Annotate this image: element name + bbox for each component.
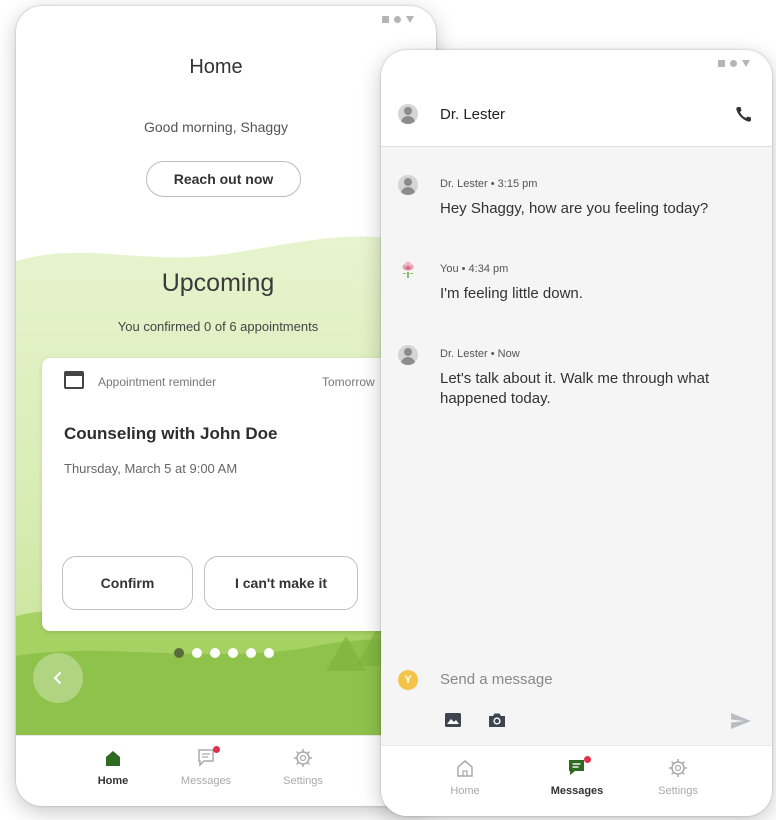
appointment-date: Thursday, March 5 at 9:00 AM [64, 461, 238, 476]
card-when: Tomorrow [322, 375, 375, 389]
contact-name: Dr. Lester [440, 106, 506, 123]
phone-call-icon[interactable] [734, 104, 754, 124]
pagination-dot[interactable] [174, 648, 184, 658]
doctor-avatar [398, 104, 418, 124]
unread-badge [213, 746, 220, 753]
message-meta: Dr. Lester • Now [440, 348, 520, 360]
user-avatar: Y [398, 670, 418, 690]
carousel-pagination [174, 648, 274, 658]
nav-item-settings[interactable]: Settings [633, 756, 723, 797]
messages-screen-phone: Dr. Lester Dr. Lester • 3:15 pm Hey Shag… [381, 50, 772, 816]
message-text: Hey Shaggy, how are you feeling today? [440, 200, 709, 217]
pagination-dot[interactable] [210, 648, 220, 658]
appointment-card: Appointment reminder Tomorrow Counseling… [42, 358, 436, 631]
home-icon [457, 760, 473, 777]
status-bar-icons [718, 60, 750, 67]
reach-out-button[interactable]: Reach out now [146, 161, 301, 197]
status-bar-icons [382, 16, 414, 23]
chat-header: Dr. Lester [381, 90, 772, 147]
doctor-avatar [398, 345, 418, 365]
chat-thread: Dr. Lester • 3:15 pm Hey Shaggy, how are… [381, 147, 772, 646]
message-meta: You • 4:34 pm [440, 263, 509, 275]
settings-icon [294, 749, 312, 767]
home-icon [106, 751, 120, 766]
page-title: Home [189, 56, 243, 78]
confirm-button[interactable]: Confirm [62, 556, 193, 610]
nav-item-messages[interactable]: Messages [532, 756, 622, 797]
flower-avatar-icon [402, 261, 414, 278]
messages-bottom-nav: Home Messages Settings [381, 745, 772, 816]
nav-item-home[interactable]: Home [68, 746, 158, 787]
upcoming-subtitle: You confirmed 0 of 6 appointments [117, 319, 319, 334]
pagination-dot[interactable] [264, 648, 274, 658]
nav-item-messages[interactable]: Messages [161, 746, 251, 787]
calendar-icon [64, 371, 84, 389]
upcoming-title: Upcoming [161, 269, 275, 297]
home-bottom-nav: Home Messages Settings [16, 735, 436, 806]
nav-item-settings[interactable]: Settings [258, 746, 348, 787]
home-screen-phone: Home Good morning, Shaggy Reach out now … [16, 6, 436, 806]
pagination-dot[interactable] [228, 648, 238, 658]
cant-make-it-button[interactable]: I can't make it [204, 556, 358, 610]
message-composer: Y Send a message [381, 646, 772, 749]
image-icon[interactable] [444, 711, 462, 729]
greeting-text: Good morning, Shaggy [144, 119, 288, 135]
appointment-title: Counseling with John Doe [64, 424, 278, 443]
camera-icon[interactable] [487, 711, 507, 729]
pagination-dot[interactable] [246, 648, 256, 658]
settings-icon [669, 759, 687, 777]
nav-item-home[interactable]: Home [420, 756, 510, 797]
message-text: Let's talk about it. Walk me through wha… [440, 370, 710, 407]
message-text: I'm feeling little down. [440, 285, 583, 302]
message-meta: Dr. Lester • 3:15 pm [440, 178, 538, 190]
carousel-prev-button[interactable] [33, 653, 83, 703]
pagination-dot[interactable] [192, 648, 202, 658]
card-label: Appointment reminder [98, 375, 217, 389]
message-input[interactable]: Send a message [440, 671, 553, 688]
unread-badge [584, 756, 591, 763]
chevron-left-icon [53, 672, 61, 684]
doctor-avatar [398, 175, 418, 195]
send-icon[interactable] [730, 712, 752, 730]
